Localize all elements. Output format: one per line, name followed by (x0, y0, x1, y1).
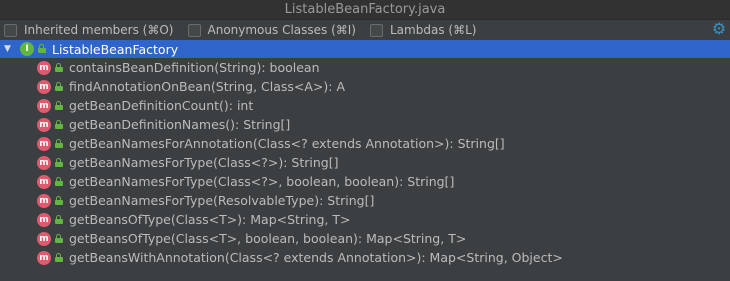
method-icon: m (37, 79, 51, 94)
method-icon: m (37, 60, 51, 75)
method-icon: m (37, 174, 51, 189)
tree-method-row[interactable]: m containsBeanDefinition(String): boolea… (0, 58, 730, 77)
method-label: getBeanDefinitionCount(): int (69, 98, 254, 113)
public-lock-icon (55, 233, 63, 243)
tree-method-row[interactable]: m getBeanDefinitionNames(): String[] (0, 115, 730, 134)
lambdas-label: Lambdas (⌘L) (390, 23, 477, 37)
tree-method-row[interactable]: m getBeanNamesForType(ResolvableType): S… (0, 191, 730, 210)
public-lock-icon (55, 176, 63, 186)
lambdas-option[interactable]: Lambdas (⌘L) (370, 23, 476, 37)
window-title: ListableBeanFactory.java (0, 0, 730, 20)
lambdas-checkbox[interactable] (370, 23, 383, 37)
anonymous-classes-checkbox[interactable] (187, 23, 201, 37)
method-label: findAnnotationOnBean(String, Class<A>): … (69, 79, 346, 94)
method-label: getBeanNamesForType(Class<?>, boolean, b… (69, 174, 455, 189)
tree-method-row[interactable]: m getBeanDefinitionCount(): int (0, 96, 730, 115)
public-lock-icon (55, 214, 63, 224)
public-lock-icon (55, 252, 63, 262)
interface-icon: I (20, 42, 34, 56)
method-label: getBeanDefinitionNames(): String[] (69, 117, 291, 132)
tree-method-row[interactable]: m getBeansOfType(Class<T>, boolean, bool… (0, 229, 730, 248)
public-lock-icon (55, 195, 63, 205)
method-icon: m (37, 212, 51, 227)
structure-tree: ▼ I ListableBeanFactory m containsBeanDe… (0, 40, 730, 267)
method-icon: m (37, 136, 51, 151)
method-label: getBeansOfType(Class<T>): Map<String, T> (69, 212, 351, 227)
inherited-members-option[interactable]: Inherited members (⌘O) (4, 23, 174, 37)
tree-method-row[interactable]: m getBeanNamesForAnnotation(Class<? exte… (0, 134, 730, 153)
public-lock-icon (55, 100, 63, 110)
tree-method-row[interactable]: m getBeanNamesForType(Class<?>, boolean,… (0, 172, 730, 191)
method-icon: m (37, 250, 51, 265)
anonymous-classes-option[interactable]: Anonymous Classes (⌘I) (187, 23, 357, 37)
method-label: getBeansWithAnnotation(Class<? extends A… (69, 250, 563, 265)
method-icon: m (37, 155, 51, 170)
tree-method-row[interactable]: m getBeanNamesForType(Class<?>): String[… (0, 153, 730, 172)
public-lock-icon (55, 119, 63, 129)
method-label: getBeanNamesForType(ResolvableType): Str… (69, 193, 375, 208)
inherited-members-checkbox[interactable] (4, 23, 17, 37)
tree-root-node[interactable]: ▼ I ListableBeanFactory (0, 40, 730, 58)
expand-arrow-icon[interactable]: ▼ (4, 44, 14, 54)
anonymous-classes-label: Anonymous Classes (⌘I) (207, 23, 357, 37)
public-lock-icon (55, 81, 63, 91)
method-icon: m (37, 193, 51, 208)
tree-method-row[interactable]: m getBeansWithAnnotation(Class<? extends… (0, 248, 730, 267)
method-label: getBeansOfType(Class<T>, boolean, boolea… (69, 231, 467, 246)
method-label: containsBeanDefinition(String): boolean (69, 60, 320, 75)
tree-method-row[interactable]: m getBeansOfType(Class<T>): Map<String, … (0, 210, 730, 229)
public-lock-icon (55, 62, 63, 72)
method-icon: m (37, 98, 51, 113)
public-lock-icon (55, 157, 63, 167)
method-icon: m (37, 231, 51, 246)
gear-icon[interactable]: ⚙ (711, 21, 727, 37)
inherited-members-label: Inherited members (⌘O) (24, 23, 174, 37)
structure-toolbar: Inherited members (⌘O) Anonymous Classes… (0, 20, 730, 40)
public-lock-icon (38, 44, 46, 53)
method-label: getBeanNamesForAnnotation(Class<? extend… (69, 136, 505, 151)
tree-method-row[interactable]: m findAnnotationOnBean(String, Class<A>)… (0, 77, 730, 96)
public-lock-icon (55, 138, 63, 148)
tree-root-label: ListableBeanFactory (52, 41, 179, 57)
method-icon: m (37, 117, 51, 132)
method-label: getBeanNamesForType(Class<?>): String[] (69, 155, 339, 170)
